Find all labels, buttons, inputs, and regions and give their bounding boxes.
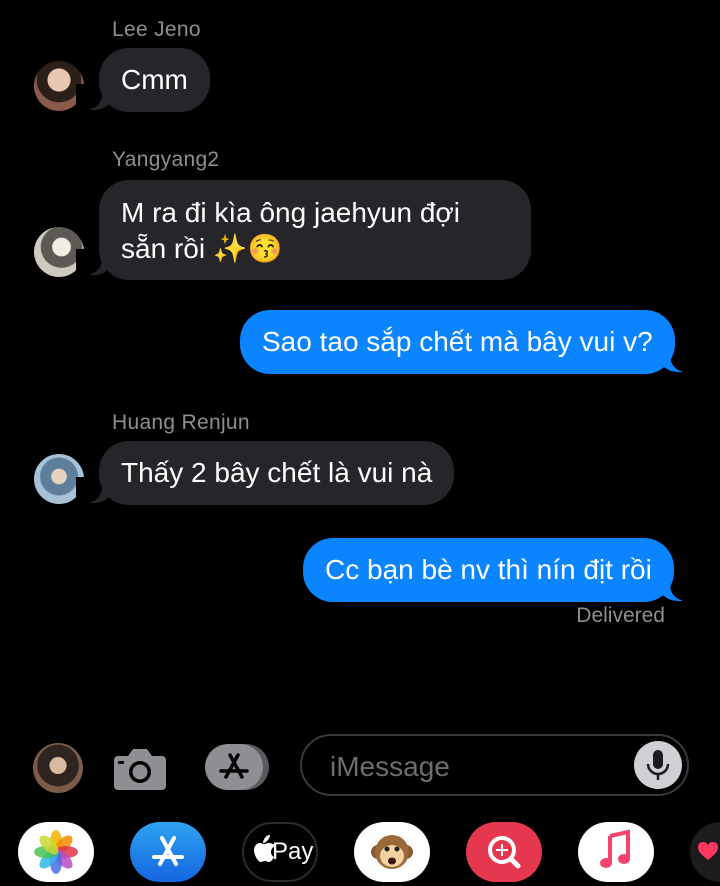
search-images-icon[interactable] — [466, 822, 542, 882]
photos-icon[interactable] — [18, 822, 94, 882]
camera-icon[interactable] — [112, 744, 168, 792]
message-bubble[interactable]: Thấy 2 bây chết là vui nà — [99, 441, 455, 505]
apple-pay-label: Pay — [272, 838, 314, 865]
music-icon[interactable] — [578, 822, 654, 882]
apple-pay-icon[interactable]: Pay — [242, 822, 318, 882]
heart-icon[interactable] — [690, 822, 720, 882]
message-bubble[interactable]: Sao tao sắp chết mà bây vui v? — [240, 310, 675, 374]
sender-name: Yangyang2 — [112, 148, 220, 171]
message-bubble[interactable]: Cc bạn bè nv thì nín địt rồi — [303, 538, 674, 602]
message-bubble[interactable]: Cmm — [99, 48, 210, 112]
sender-name: Lee Jeno — [112, 18, 201, 41]
message-input-placeholder: iMessage — [330, 751, 450, 782]
delivery-status: Delivered — [576, 604, 665, 627]
animoji-icon[interactable] — [354, 822, 430, 882]
message-input[interactable]: iMessage — [300, 734, 689, 796]
app-store-button[interactable] — [205, 744, 271, 790]
app-store-icon[interactable] — [130, 822, 206, 882]
sender-name: Huang Renjun — [112, 411, 250, 434]
message-bubble[interactable]: M ra đi kìa ông jaehyun đợi sẵn rồi ✨😚 — [99, 180, 531, 280]
user-avatar[interactable] — [33, 743, 83, 793]
microphone-icon[interactable] — [634, 741, 682, 789]
